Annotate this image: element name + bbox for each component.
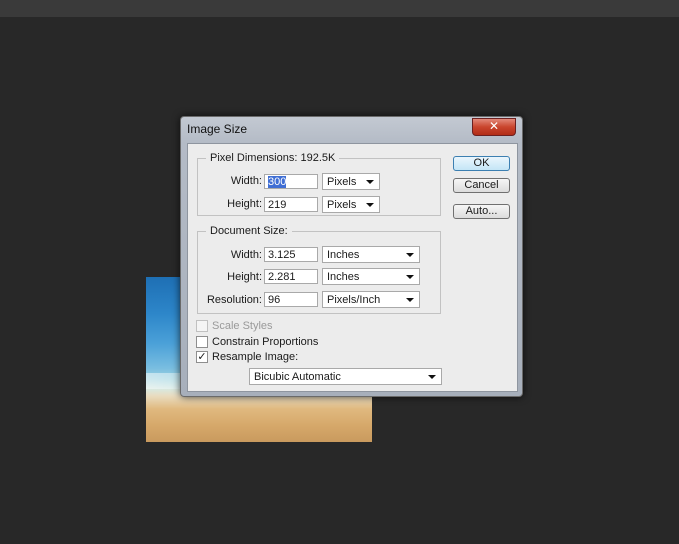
doc-height-label: Height: [227,271,262,283]
ok-button[interactable]: OK [453,156,510,171]
scale-styles-checkbox[interactable] [196,320,208,332]
pixel-dimensions-title: Pixel Dimensions: 192.5K [206,152,340,164]
constrain-proportions-label: Constrain Proportions [212,336,319,348]
scale-styles-label: Scale Styles [212,320,273,332]
document-size-group: Document Size: Width: 3.125 Inches Heigh… [197,225,441,314]
doc-height-unit: Inches [327,271,360,283]
pixel-height-value: 219 [268,199,287,211]
resample-method: Bicubic Automatic [254,371,341,383]
dialog-title: Image Size [187,122,248,136]
image-size-dialog: Image Size ✕ Pixel Dimensions: 192.5K Wi… [180,116,523,397]
chevron-down-icon [406,253,414,257]
chevron-down-icon [406,298,414,302]
pixel-height-label: Height: [227,198,262,210]
pixel-height-unit: Pixels [327,199,357,211]
checkmark-icon: ✓ [197,351,207,363]
doc-width-input[interactable]: 3.125 [264,247,318,262]
doc-width-unit: Inches [327,249,360,261]
cancel-button[interactable]: Cancel [453,178,510,193]
resolution-input[interactable]: 96 [264,292,318,307]
resample-method-select[interactable]: Bicubic Automatic [249,368,442,385]
chevron-down-icon [366,180,374,184]
resolution-unit: Pixels/Inch [327,294,381,306]
resolution-label: Resolution: [206,294,262,306]
dialog-body: Pixel Dimensions: 192.5K Width: 300 Pixe… [187,143,518,392]
pixel-width-input[interactable]: 300 [264,174,318,189]
doc-height-unit-select[interactable]: Inches [322,268,420,285]
pixel-width-label: Width: [230,175,262,187]
pixel-height-unit-select[interactable]: Pixels [322,196,380,213]
auto-button[interactable]: Auto... [453,204,510,219]
document-size-title: Document Size: [206,225,292,237]
doc-height-value: 2.281 [268,271,296,283]
chevron-down-icon [366,203,374,207]
doc-height-input[interactable]: 2.281 [264,269,318,284]
resolution-unit-select[interactable]: Pixels/Inch [322,291,420,308]
constrain-proportions-checkbox[interactable] [196,336,208,348]
pixel-width-unit-select[interactable]: Pixels [322,173,380,190]
chevron-down-icon [428,375,436,379]
pixel-dimensions-group: Pixel Dimensions: 192.5K Width: 300 Pixe… [197,152,441,216]
resolution-value: 96 [268,294,281,306]
pixel-width-value: 300 [268,176,287,188]
close-button[interactable]: ✕ [472,118,516,136]
doc-width-unit-select[interactable]: Inches [322,246,420,263]
chevron-down-icon [406,275,414,279]
resample-image-label: Resample Image: [212,351,299,363]
doc-width-value: 3.125 [268,249,296,261]
pixel-width-unit: Pixels [327,176,357,188]
resample-image-checkbox[interactable]: ✓ [196,351,208,363]
doc-width-label: Width: [230,249,262,261]
pixel-height-input[interactable]: 219 [264,197,318,212]
app-top-bar [0,0,679,17]
